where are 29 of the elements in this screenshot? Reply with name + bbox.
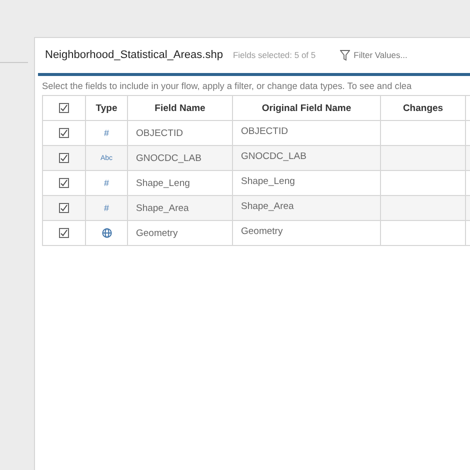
panel-title: Neighborhood_Statistical_Areas.shp <box>45 49 223 61</box>
table-cell: Geometry <box>233 221 381 246</box>
column-header[interactable]: Changes <box>381 96 466 121</box>
filter-values-button[interactable]: Filter Values... <box>340 50 408 60</box>
column-header[interactable]: Type <box>86 96 128 121</box>
column-header[interactable]: Original Field Name <box>233 96 381 121</box>
table-cell: Shape_Area <box>233 196 381 221</box>
table-cell: Shape_Leng <box>233 171 381 196</box>
table-cell: OBJECTID <box>128 121 233 146</box>
globe-icon[interactable] <box>102 228 112 238</box>
checkbox[interactable] <box>59 103 69 113</box>
table-cell: Shape_Area <box>128 196 233 221</box>
data-type-icon[interactable]: # <box>104 203 109 213</box>
column-header[interactable]: Field Name <box>128 96 233 121</box>
data-type-icon[interactable]: # <box>104 178 109 188</box>
checkbox[interactable] <box>59 153 69 163</box>
checkbox[interactable] <box>59 203 69 213</box>
table-cell: Shape_Leng <box>128 171 233 196</box>
checkbox[interactable] <box>59 228 69 238</box>
table-cell: GNOCDC_LAB <box>128 146 233 171</box>
table-cell: OBJECTID <box>233 121 381 146</box>
table-cell: GNOCDC_LAB <box>233 146 381 171</box>
filter-icon <box>340 50 350 60</box>
table-cell: Geometry <box>128 221 233 246</box>
checkbox[interactable] <box>59 128 69 138</box>
instructions-text: Select the fields to include in your flow, apply a filter, or change data types. To see and clea <box>41 80 413 89</box>
data-type-icon[interactable]: # <box>104 128 109 138</box>
checkbox[interactable] <box>59 178 69 188</box>
fields-selected-count: Fields selected: 5 of 5 <box>232 50 316 60</box>
